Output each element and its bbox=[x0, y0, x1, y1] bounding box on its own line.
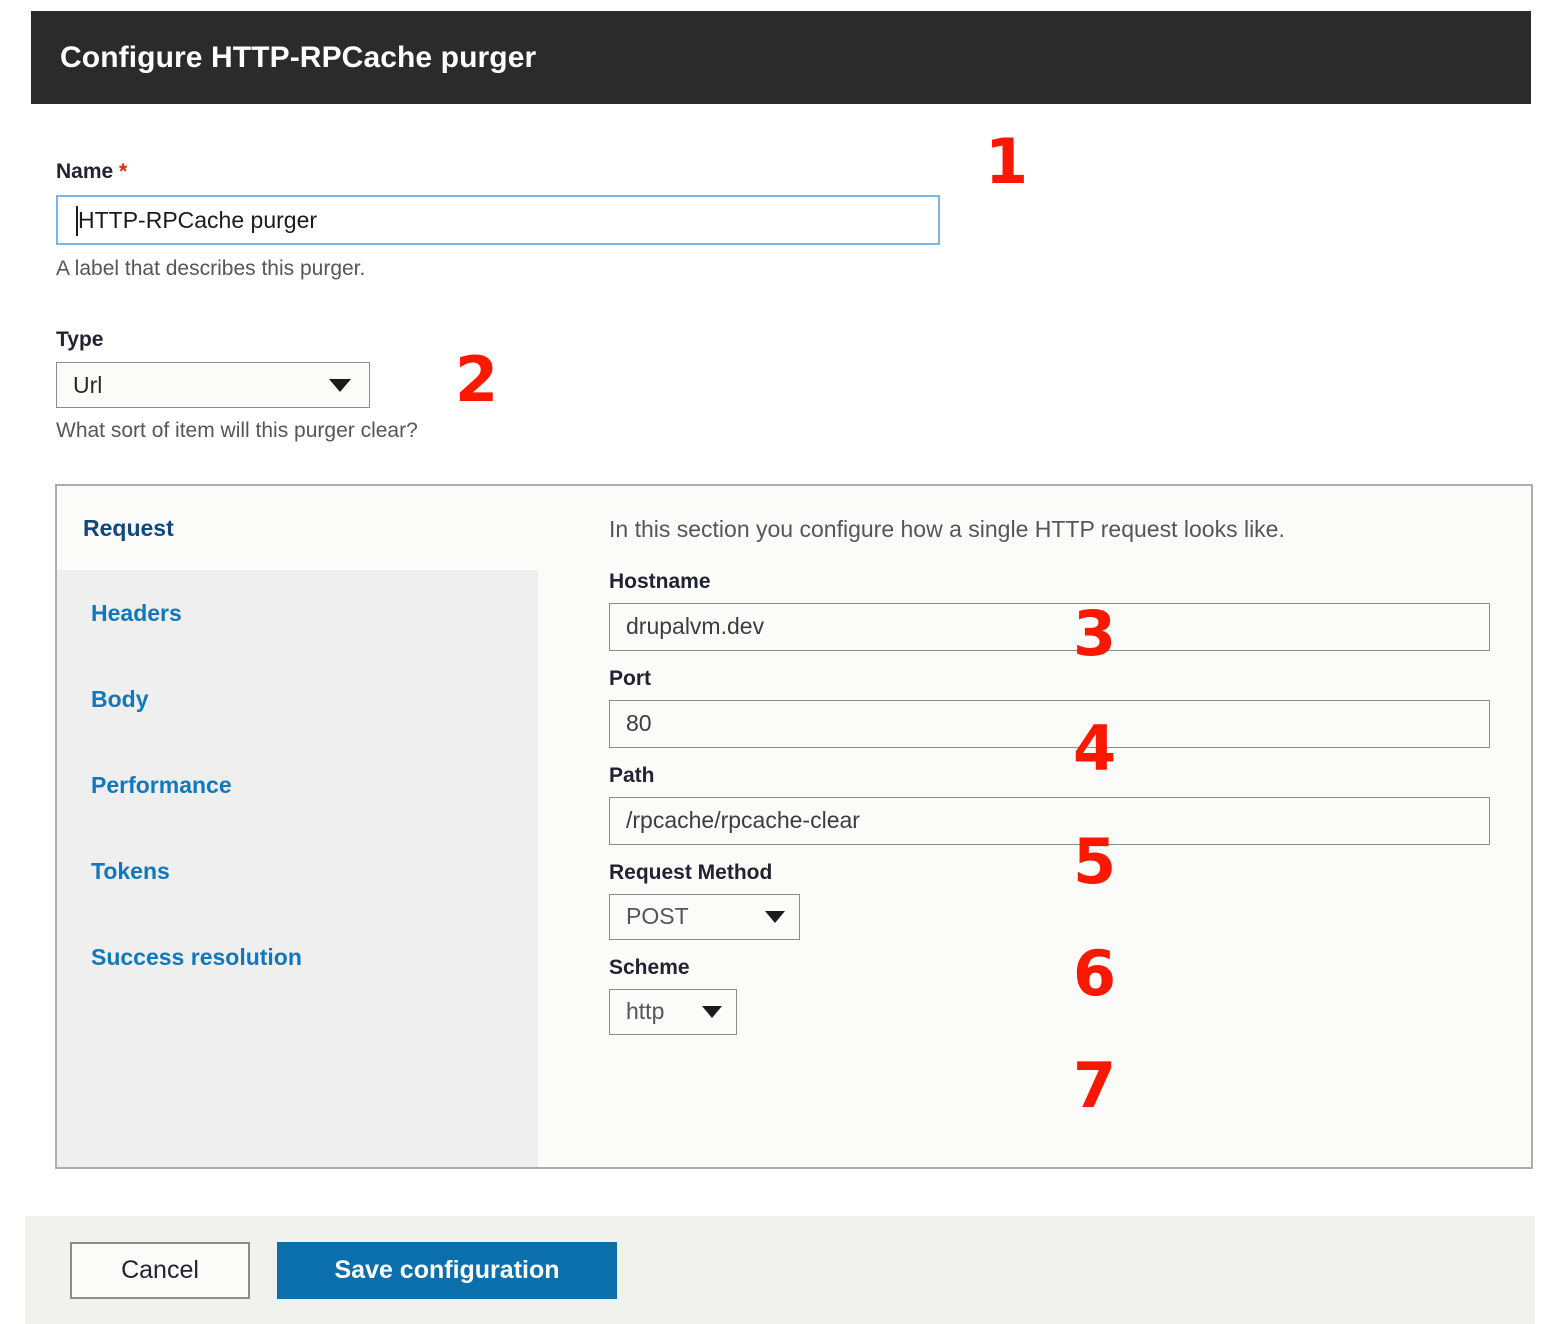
name-label: Name * bbox=[56, 159, 940, 184]
vertical-tabs-inactive-list: Headers Body Performance Tokens Success … bbox=[57, 570, 538, 1167]
page-title: Configure HTTP-RPCache purger bbox=[60, 40, 537, 74]
port-label: Port bbox=[609, 666, 651, 690]
annotation-1: 1 bbox=[985, 125, 1029, 198]
name-label-text: Name bbox=[56, 160, 114, 183]
chevron-down-icon bbox=[702, 1005, 722, 1018]
page-header: Configure HTTP-RPCache purger bbox=[31, 11, 1531, 104]
request-method-form-item: Request Method POST bbox=[609, 861, 1509, 940]
hostname-label: Hostname bbox=[609, 569, 711, 593]
port-form-item: Port bbox=[609, 667, 1509, 748]
path-input[interactable] bbox=[609, 796, 1490, 845]
hostname-input[interactable] bbox=[609, 602, 1490, 651]
tab-performance[interactable]: Performance bbox=[57, 742, 538, 828]
tab-headers-label[interactable]: Headers bbox=[91, 600, 182, 627]
tab-tokens[interactable]: Tokens bbox=[57, 828, 538, 914]
vertical-tabs-list: Request Headers Body Performance Tokens … bbox=[57, 486, 1531, 1167]
tab-request-label: Request bbox=[83, 514, 174, 541]
hostname-form-item: Hostname bbox=[609, 570, 1509, 651]
chevron-down-icon bbox=[765, 910, 785, 923]
type-description: What sort of item will this purger clear… bbox=[56, 419, 418, 443]
tab-performance-label[interactable]: Performance bbox=[91, 772, 232, 799]
name-input-wrapper[interactable] bbox=[56, 195, 940, 246]
scheme-label: Scheme bbox=[609, 955, 690, 979]
name-input[interactable] bbox=[62, 197, 938, 244]
form-actions-bar: Cancel Save configuration bbox=[25, 1216, 1535, 1324]
chevron-down-icon bbox=[329, 378, 351, 392]
tab-tokens-label[interactable]: Tokens bbox=[91, 858, 170, 885]
request-method-value: POST bbox=[626, 903, 689, 930]
type-select-value: Url bbox=[73, 371, 103, 398]
type-form-item: Type Url What sort of item will this pur… bbox=[56, 327, 418, 444]
required-marker: * bbox=[119, 160, 128, 183]
annotation-2: 2 bbox=[455, 343, 499, 416]
scheme-value: http bbox=[626, 998, 665, 1025]
type-select[interactable]: Url bbox=[56, 362, 370, 409]
port-input[interactable] bbox=[609, 699, 1490, 748]
tab-body-label[interactable]: Body bbox=[91, 686, 149, 713]
tab-headers[interactable]: Headers bbox=[57, 570, 538, 656]
name-description: A label that describes this purger. bbox=[56, 257, 366, 281]
type-label: Type bbox=[56, 328, 104, 351]
request-section-intro: In this section you configure how a sing… bbox=[609, 516, 1285, 542]
request-tab-content: In this section you configure how a sing… bbox=[609, 516, 1509, 1051]
vertical-tabs-panel: Request Headers Body Performance Tokens … bbox=[55, 484, 1533, 1169]
path-label: Path bbox=[609, 763, 655, 787]
tab-success-resolution[interactable]: Success resolution bbox=[57, 914, 538, 1000]
request-method-select[interactable]: POST bbox=[609, 893, 800, 940]
path-form-item: Path bbox=[609, 764, 1509, 845]
save-configuration-button[interactable]: Save configuration bbox=[277, 1241, 617, 1299]
tab-success-resolution-label[interactable]: Success resolution bbox=[91, 944, 302, 971]
name-form-item: Name * A label that describes this purge… bbox=[56, 159, 940, 282]
cancel-button[interactable]: Cancel bbox=[70, 1241, 250, 1299]
scheme-select[interactable]: http bbox=[609, 988, 737, 1035]
text-cursor-icon bbox=[76, 206, 78, 237]
tab-body[interactable]: Body bbox=[57, 656, 538, 742]
scheme-form-item: Scheme http bbox=[609, 956, 1509, 1035]
request-method-label: Request Method bbox=[609, 860, 773, 884]
